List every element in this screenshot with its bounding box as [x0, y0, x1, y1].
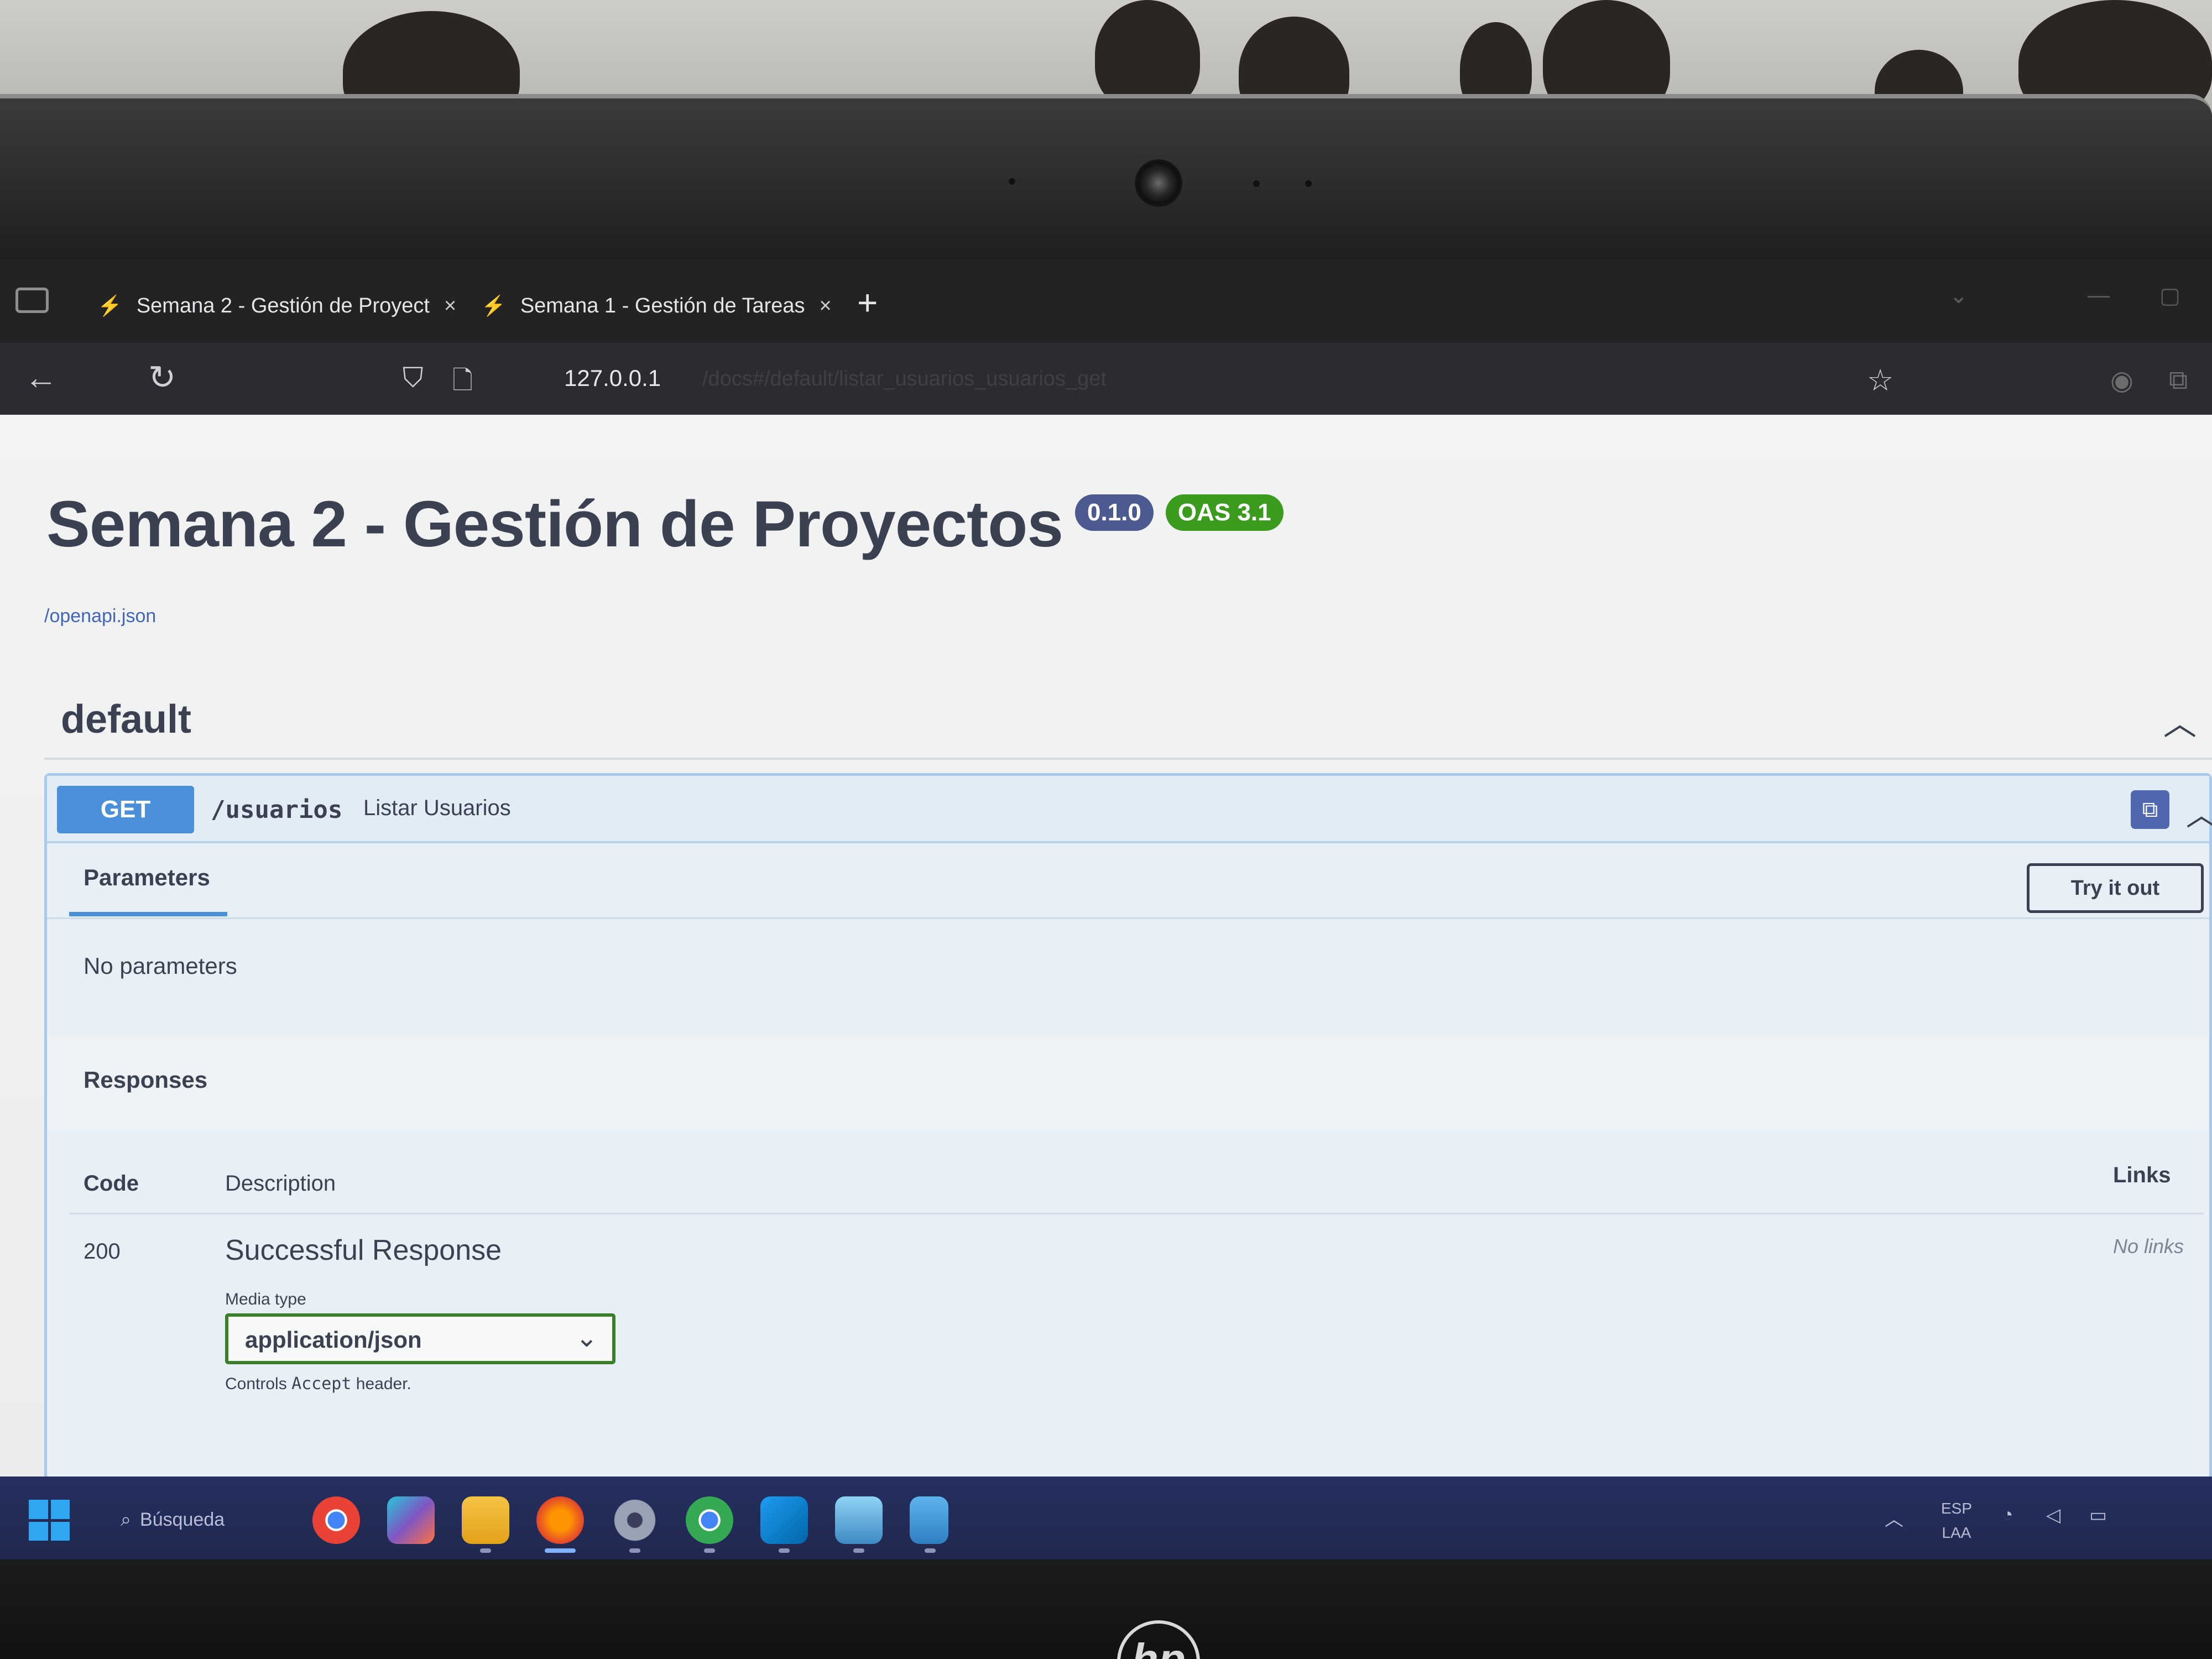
- remote-desktop-icon[interactable]: [835, 1496, 883, 1544]
- firefox-icon[interactable]: [536, 1496, 584, 1544]
- tab-overview-icon[interactable]: [15, 288, 49, 313]
- chrome-icon[interactable]: [312, 1496, 360, 1544]
- app-running-indicator: [925, 1548, 936, 1553]
- chrome-profile-icon[interactable]: [686, 1496, 733, 1544]
- maximize-icon[interactable]: ▢: [2159, 283, 2180, 309]
- copy-icon[interactable]: ⧉: [2131, 790, 2169, 829]
- operation-block: GET /usuarios Listar Usuarios ⧉ ︿ Parame…: [44, 773, 2212, 1492]
- app-running-indicator: [853, 1548, 864, 1553]
- address-bar-host[interactable]: 127.0.0.1: [564, 365, 661, 392]
- media-type-value: application/json: [245, 1327, 422, 1353]
- windows-start-icon[interactable]: [29, 1500, 70, 1541]
- windows-taskbar: ⌕ Búsqueda ︿ ESP LAA ◔ ◁ ▭: [0, 1477, 2212, 1559]
- laptop-bezel-bottom: [0, 1559, 2212, 1659]
- swagger-page: Semana 2 - Gestión de Proyectos 0.1.0 OA…: [0, 415, 2212, 1492]
- openapi-json-link[interactable]: /openapi.json: [44, 606, 156, 627]
- media-type-select[interactable]: application/json ⌄: [225, 1313, 615, 1364]
- bezel-dot: [1253, 180, 1260, 187]
- tab-label: Semana 1 - Gestión de Tareas: [520, 294, 805, 317]
- arrow-left-icon[interactable]: ←: [24, 358, 58, 397]
- chevron-down-icon[interactable]: ⌄: [1949, 283, 1968, 309]
- table-divider: [69, 1213, 2204, 1214]
- method-badge: GET: [57, 786, 194, 833]
- settings-gear-icon[interactable]: [611, 1496, 659, 1544]
- browser-tab-strip: ⚡ Semana 2 - Gestión de Proyect × ⚡ Sema…: [0, 260, 2212, 343]
- responses-header: Responses: [47, 1036, 2209, 1130]
- tab-semana-1[interactable]: ⚡ Semana 1 - Gestión de Tareas ×: [481, 281, 832, 331]
- file-explorer-icon[interactable]: [462, 1496, 509, 1544]
- column-header-description: Description: [225, 1171, 336, 1196]
- active-tab-indicator: [69, 912, 227, 916]
- app-running-indicator: [704, 1548, 715, 1553]
- vscode-icon[interactable]: [760, 1496, 808, 1544]
- page-title: Semana 2 - Gestión de Proyectos: [46, 488, 1063, 561]
- app-running-indicator: [480, 1548, 491, 1553]
- tab-parameters[interactable]: Parameters: [84, 864, 210, 891]
- page-header: Semana 2 - Gestión de Proyectos 0.1.0 OA…: [46, 487, 1284, 562]
- response-description: Successful Response: [225, 1234, 502, 1266]
- app-running-indicator: [629, 1548, 640, 1553]
- app-running-indicator: [779, 1548, 790, 1553]
- section-title[interactable]: default: [61, 697, 191, 742]
- chevron-up-icon[interactable]: ︿: [2163, 697, 2197, 745]
- laptop-screen: ⚡ Semana 2 - Gestión de Proyect × ⚡ Sema…: [0, 260, 2212, 1559]
- new-tab-button[interactable]: +: [857, 282, 878, 323]
- chevron-up-icon[interactable]: ︿: [2186, 790, 2212, 835]
- browser-nav-bar: ← ↻ ⛉ 🗋 127.0.0.1 /docs#/default/listar_…: [0, 343, 2212, 415]
- bezel-dot: [1305, 180, 1312, 187]
- extensions-icon[interactable]: ⧉: [2169, 365, 2188, 396]
- responses-title: Responses: [84, 1067, 208, 1093]
- tab-close-icon[interactable]: ×: [444, 294, 456, 318]
- chevron-down-icon: ⌄: [575, 1323, 598, 1353]
- no-parameters-text: No parameters: [84, 953, 237, 979]
- swagger-favicon-icon: ⚡: [481, 294, 506, 317]
- column-header-links: Links: [2113, 1163, 2171, 1187]
- star-icon[interactable]: ☆: [1867, 363, 1893, 398]
- search-label: Búsqueda: [140, 1509, 225, 1530]
- response-code: 200: [84, 1239, 121, 1264]
- language-indicator[interactable]: ESP LAA: [1941, 1496, 1972, 1545]
- chevron-up-icon[interactable]: ︿: [1885, 1504, 1903, 1531]
- volume-icon[interactable]: ◁: [2046, 1504, 2060, 1526]
- oas-badge: OAS 3.1: [1165, 494, 1284, 531]
- tab-label: Semana 2 - Gestión de Proyect: [136, 294, 430, 317]
- operation-path: /usuarios: [211, 796, 343, 824]
- address-bar-path[interactable]: /docs#/default/listar_usuarios_usuarios_…: [702, 367, 1107, 391]
- copilot-icon[interactable]: [387, 1496, 435, 1544]
- tab-semana-2[interactable]: ⚡ Semana 2 - Gestión de Proyect ×: [97, 281, 456, 331]
- reload-icon[interactable]: ↻: [148, 358, 176, 397]
- operation-summary[interactable]: GET /usuarios Listar Usuarios ⧉ ︿: [47, 776, 2212, 843]
- operation-summary-text: Listar Usuarios: [363, 796, 511, 820]
- tab-close-icon[interactable]: ×: [820, 294, 832, 318]
- taskbar-search[interactable]: ⌕ Búsqueda: [121, 1498, 286, 1542]
- column-header-code: Code: [84, 1171, 139, 1196]
- media-type-label: Media type: [225, 1290, 306, 1308]
- version-badge: 0.1.0: [1075, 494, 1154, 531]
- wifi-icon[interactable]: ◔: [2002, 1504, 2013, 1526]
- webcam: [1135, 159, 1182, 207]
- shield-icon[interactable]: ⛉: [403, 362, 424, 394]
- battery-icon[interactable]: ▭: [2089, 1504, 2107, 1526]
- search-icon: ⌕: [121, 1509, 132, 1530]
- app-active-indicator: [545, 1548, 576, 1553]
- laptop-bezel-top: [0, 94, 2212, 265]
- try-it-out-button[interactable]: Try it out: [2027, 863, 2204, 913]
- swagger-favicon-icon: ⚡: [97, 294, 122, 317]
- notepad-icon[interactable]: [910, 1496, 948, 1544]
- page-icon[interactable]: 🗋: [452, 362, 473, 405]
- minimize-icon[interactable]: —: [2088, 283, 2110, 308]
- section-divider: [44, 758, 2212, 760]
- response-links: No links: [2113, 1235, 2184, 1258]
- controls-accept-note: Controls Accept header.: [225, 1374, 411, 1394]
- divider: [47, 917, 2209, 919]
- account-icon[interactable]: ◉: [2110, 365, 2133, 396]
- bezel-dot: [1009, 178, 1015, 185]
